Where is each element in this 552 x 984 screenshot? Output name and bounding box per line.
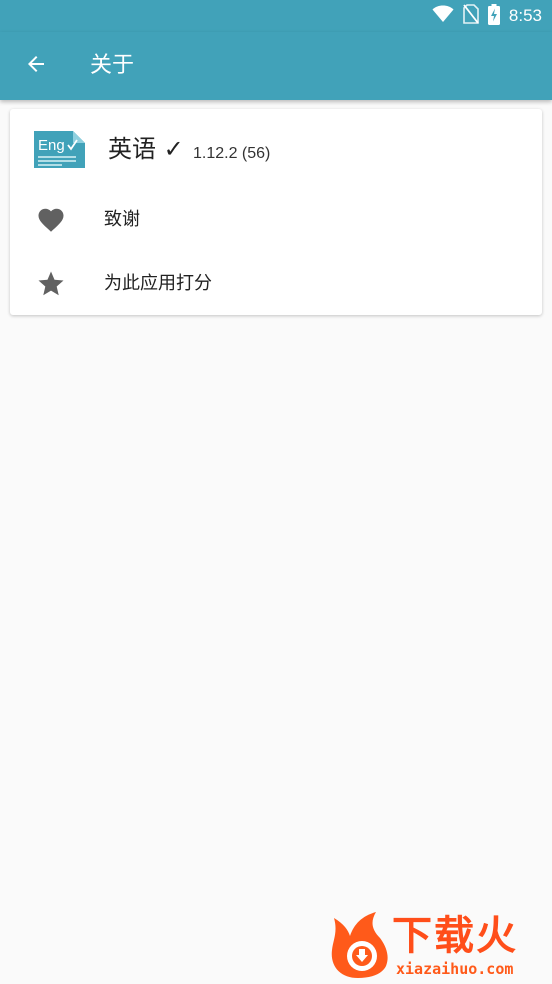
- watermark: 下载火 xiazaihuo.com: [326, 910, 552, 981]
- menu-item-rate-app[interactable]: 为此应用打分: [10, 254, 542, 314]
- app-info-row: Eng 英语 ✓ 1.12.2 (56): [10, 121, 542, 185]
- watermark-text: 下载火: [392, 913, 518, 959]
- about-card: Eng 英语 ✓ 1.12.2 (56) 致谢 为此应用打分: [10, 109, 542, 315]
- app-version: 1.12.2 (56): [193, 145, 271, 162]
- page-title: 关于: [90, 53, 135, 78]
- app-name: 英语 ✓: [108, 133, 184, 165]
- status-time: 8:53: [508, 6, 542, 25]
- flame-logo-icon: [328, 910, 394, 984]
- arrow-back-icon: [24, 52, 48, 80]
- wifi-icon: [432, 5, 454, 27]
- status-icons: 8:53: [432, 3, 542, 29]
- back-button[interactable]: [16, 46, 56, 86]
- battery-charging-icon: [487, 3, 500, 29]
- heart-icon: [36, 205, 66, 235]
- app-logo: Eng: [32, 129, 87, 170]
- star-icon: [36, 269, 66, 299]
- status-bar: 8:53: [0, 0, 552, 32]
- check-mark-icon: ✓: [163, 135, 184, 163]
- menu-item-label: 为此应用打分: [104, 273, 212, 294]
- menu-item-acknowledgements[interactable]: 致谢: [10, 190, 542, 250]
- app-name-text: 英语: [108, 135, 156, 163]
- app-bar: 关于: [0, 32, 552, 100]
- menu-item-label: 致谢: [104, 209, 140, 230]
- no-sim-icon: [463, 4, 479, 28]
- app-logo-text: Eng: [38, 137, 65, 154]
- watermark-site: xiazaihuo.com: [396, 960, 514, 978]
